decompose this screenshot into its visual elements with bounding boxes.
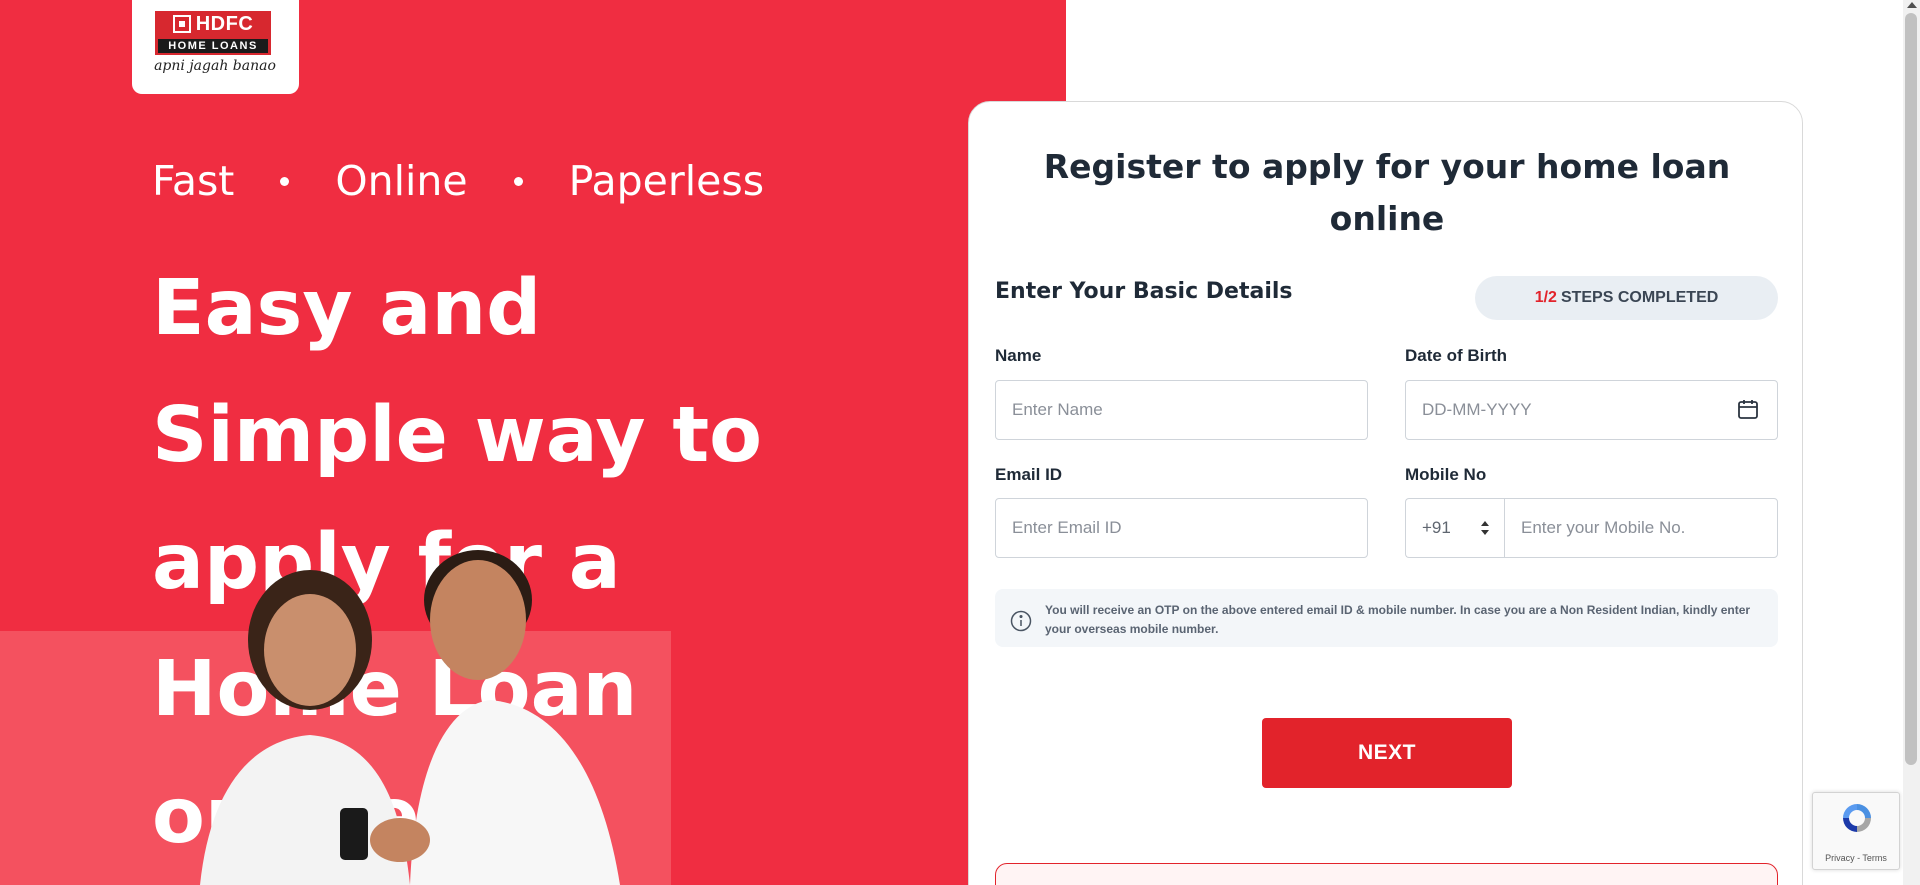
mobile-input[interactable] [1504,498,1778,558]
scrollbar-thumb[interactable] [1905,13,1917,765]
hero-tagline: Fast Online Paperless [152,154,764,208]
brand-tagline: apni jagah banao [154,58,276,74]
steps-progress-badge: 1/2 STEPS COMPLETED [1475,276,1778,320]
name-label: Name [995,346,1042,365]
logo-mark-icon [172,15,191,33]
bullet-separator [280,176,290,186]
tagline-online: Online [335,157,468,205]
otp-info-text: You will receive an OTP on the above ent… [1045,603,1751,636]
steps-label: STEPS COMPLETED [1560,289,1719,306]
notice-box [995,863,1778,885]
scroll-up-arrow-icon[interactable] [1907,2,1917,8]
next-button[interactable]: NEXT [1262,718,1512,788]
chevron-up-down-icon [1481,521,1489,535]
brand-name: HDFC [195,12,254,35]
calendar-icon[interactable] [1736,397,1760,421]
recaptcha-icon [1843,804,1871,832]
country-code-value: +91 [1422,518,1451,537]
name-input[interactable] [995,380,1368,440]
page: HDFC HOME LOANS apni jagah banao Fast On… [0,0,1920,885]
tagline-fast: Fast [152,157,235,205]
recaptcha-links[interactable]: Privacy - Terms [1813,853,1899,863]
mobile-label: Mobile No [1405,465,1487,484]
email-input[interactable] [995,498,1368,558]
brand-logo[interactable]: HDFC HOME LOANS apni jagah banao [132,0,299,94]
brand-subtitle: HOME LOANS [158,39,268,53]
steps-count: 1/2 [1534,289,1557,306]
recaptcha-badge[interactable]: Privacy - Terms [1812,792,1900,870]
info-icon [1010,610,1032,632]
country-code-select[interactable]: +91 [1405,498,1505,558]
bullet-separator [513,176,523,186]
logo-badge: HDFC HOME LOANS [155,11,271,55]
hero-panel: HDFC HOME LOANS apni jagah banao Fast On… [0,0,1066,885]
dob-label: Date of Birth [1405,346,1507,365]
couple-photo [200,550,620,885]
dob-input[interactable] [1405,380,1778,440]
email-label: Email ID [995,465,1063,484]
section-title: Enter Your Basic Details [995,279,1293,304]
tagline-paperless: Paperless [568,157,765,205]
form-title: Register to apply for your home loan onl… [1043,147,1731,238]
